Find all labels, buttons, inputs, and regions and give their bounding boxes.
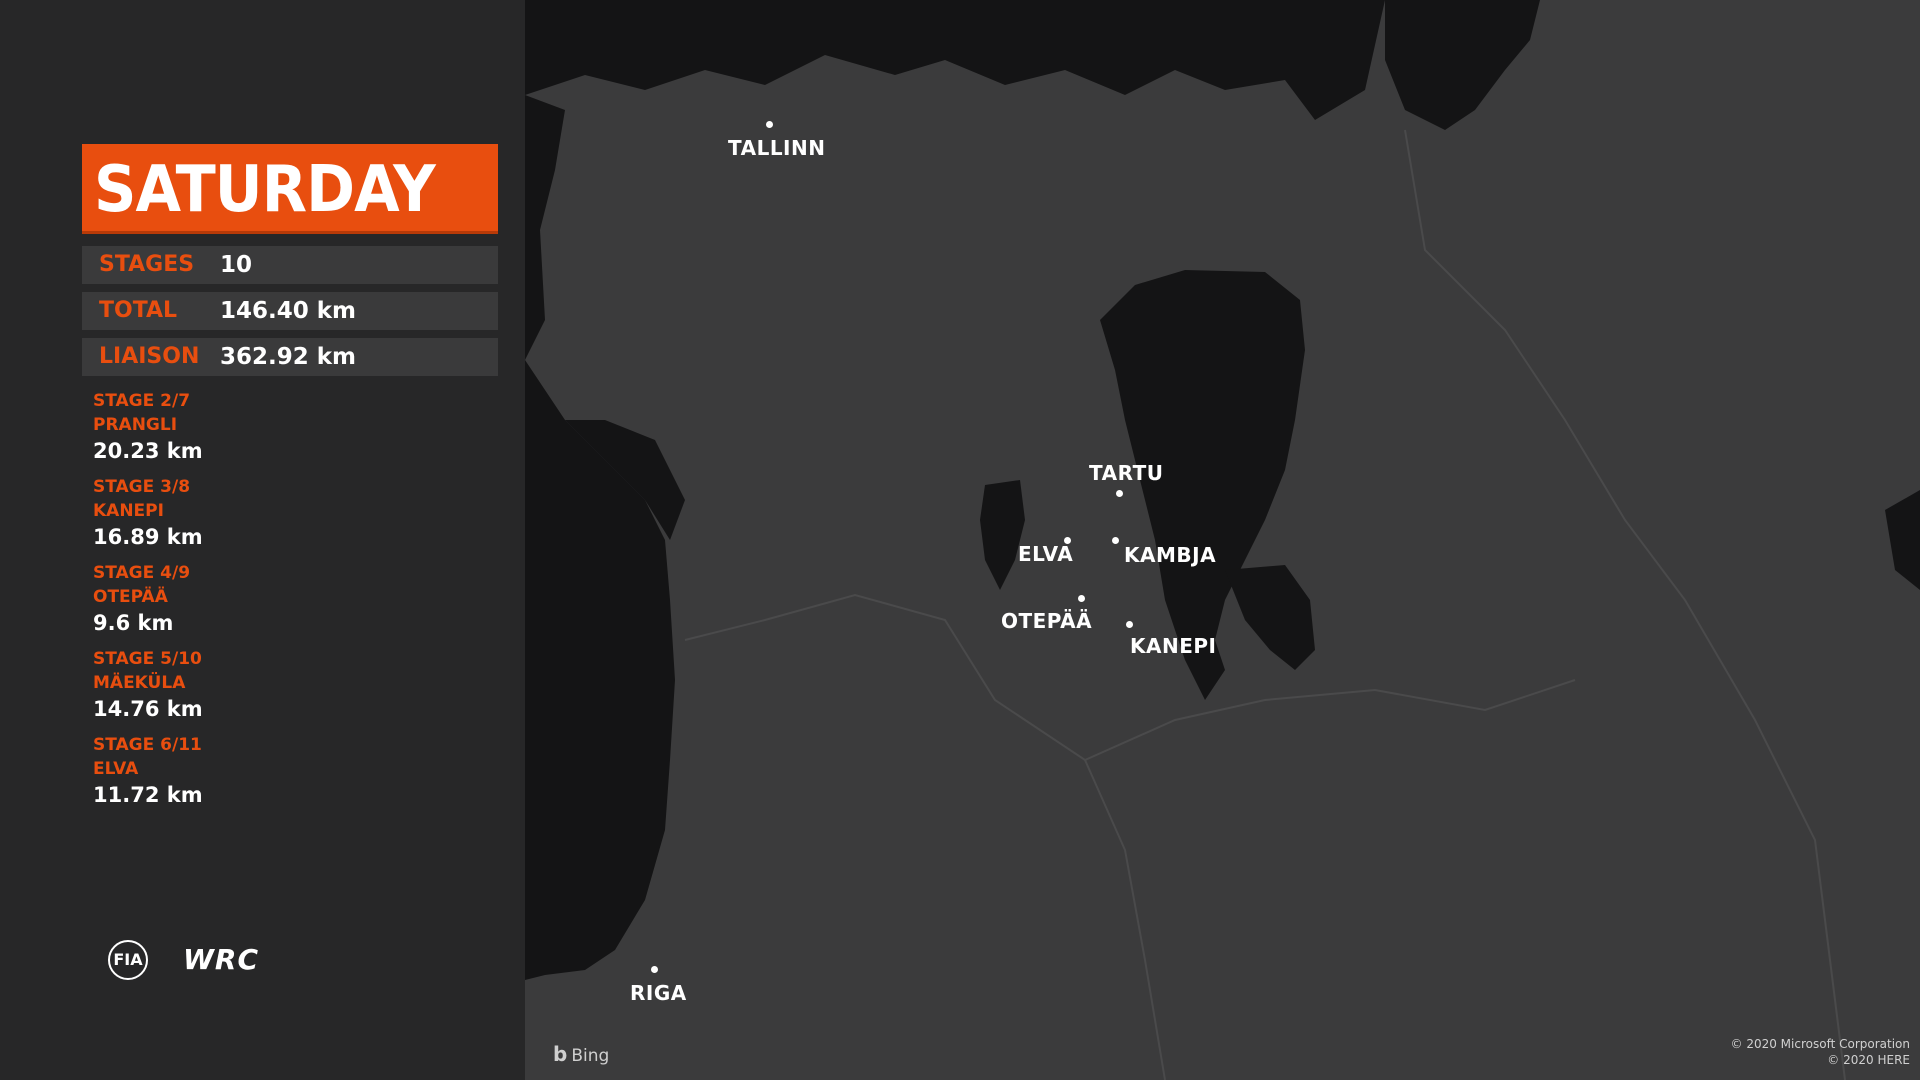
stage-item: STAGE 5/10 MÄEKÜLA 14.76 km bbox=[93, 647, 393, 723]
day-title: SATURDAY bbox=[94, 153, 436, 227]
border-line bbox=[684, 593, 1576, 762]
lake-pskov bbox=[1225, 565, 1315, 670]
stage-distance: 20.23 km bbox=[93, 439, 203, 463]
city-label: KAMBJA bbox=[1124, 543, 1217, 567]
rally-map[interactable]: TALLINN TARTU ELVA KAMBJA OTEPÄÄ KANEPI … bbox=[525, 0, 1920, 1080]
bing-attribution[interactable]: b Bing bbox=[553, 1042, 609, 1066]
gulf-east bbox=[1385, 0, 1540, 130]
stage-number: STAGE 2/7 bbox=[93, 391, 191, 411]
stage-item: STAGE 3/8 KANEPI 16.89 km bbox=[93, 475, 393, 551]
stat-value: 146.40 km bbox=[220, 298, 357, 324]
border-line bbox=[1404, 129, 1846, 1080]
city-dot bbox=[1112, 537, 1119, 544]
fia-logo: FIA bbox=[108, 940, 148, 980]
stage-name: KANEPI bbox=[93, 501, 164, 521]
rally-sidebar: SATURDAY STAGES 10 TOTAL 146.40 km LIAIS… bbox=[0, 0, 525, 1080]
city-dot bbox=[1078, 595, 1085, 602]
city-label: OTEPÄÄ bbox=[1001, 609, 1093, 633]
stage-number: STAGE 6/11 bbox=[93, 735, 202, 755]
stat-row-liaison: LIAISON 362.92 km bbox=[82, 338, 498, 376]
stage-name: PRANGLI bbox=[93, 415, 178, 435]
map-geography bbox=[525, 0, 1920, 1080]
city-label: RIGA bbox=[630, 981, 687, 1005]
stat-value: 362.92 km bbox=[220, 344, 357, 370]
stage-item: STAGE 6/11 ELVA 11.72 km bbox=[93, 733, 393, 809]
wrc-logo: WRC bbox=[183, 943, 259, 976]
city-label: KANEPI bbox=[1130, 634, 1217, 658]
border-line bbox=[1084, 759, 1166, 1080]
city-label: TALLINN bbox=[728, 136, 826, 160]
bing-icon: b bbox=[553, 1042, 568, 1066]
stage-name: OTEPÄÄ bbox=[93, 587, 168, 607]
city-dot bbox=[651, 966, 658, 973]
stat-row-stages: STAGES 10 bbox=[82, 246, 498, 284]
stage-distance: 11.72 km bbox=[93, 783, 203, 807]
copyright-line: © 2020 HERE bbox=[1827, 1053, 1910, 1067]
gulf-of-finland bbox=[525, 0, 1385, 120]
stage-item: STAGE 4/9 OTEPÄÄ 9.6 km bbox=[93, 561, 393, 637]
stage-name: ELVA bbox=[93, 759, 139, 779]
stage-number: STAGE 5/10 bbox=[93, 649, 202, 669]
stage-item: STAGE 2/7 PRANGLI 20.23 km bbox=[93, 389, 393, 465]
stage-distance: 9.6 km bbox=[93, 611, 174, 635]
city-label: ELVA bbox=[1018, 542, 1074, 566]
lake-vortsjarv bbox=[980, 480, 1025, 590]
city-dot bbox=[1126, 621, 1133, 628]
baltic-sea bbox=[525, 95, 565, 360]
stage-number: STAGE 4/9 bbox=[93, 563, 191, 583]
stage-distance: 14.76 km bbox=[93, 697, 203, 721]
stat-label: LIAISON bbox=[99, 344, 200, 369]
stat-label: STAGES bbox=[99, 252, 195, 277]
city-dot bbox=[1116, 490, 1123, 497]
stat-value: 10 bbox=[220, 252, 253, 278]
stat-row-total: TOTAL 146.40 km bbox=[82, 292, 498, 330]
city-dot bbox=[766, 121, 773, 128]
day-banner: SATURDAY bbox=[82, 144, 498, 234]
stage-number: STAGE 3/8 bbox=[93, 477, 191, 497]
east-lake bbox=[1885, 490, 1920, 590]
copyright-line: © 2020 Microsoft Corporation bbox=[1730, 1037, 1910, 1051]
stage-distance: 16.89 km bbox=[93, 525, 203, 549]
stage-name: MÄEKÜLA bbox=[93, 673, 186, 693]
stat-label: TOTAL bbox=[99, 298, 178, 323]
map-copyright: © 2020 Microsoft Corporation © 2020 HERE bbox=[1731, 1036, 1910, 1068]
city-label: TARTU bbox=[1089, 461, 1164, 485]
bing-label: Bing bbox=[571, 1046, 610, 1066]
